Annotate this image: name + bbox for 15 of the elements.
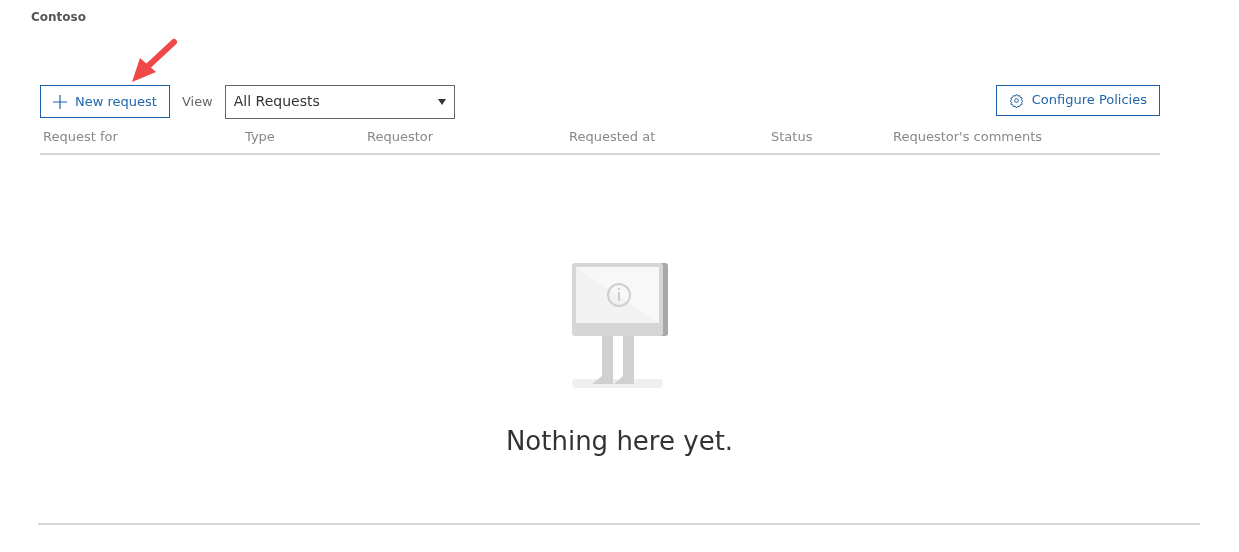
new-request-button[interactable]: New request bbox=[40, 85, 170, 118]
empty-state-message: Nothing here yet. bbox=[505, 425, 734, 458]
dropdown-caret-icon bbox=[437, 98, 446, 105]
column-header: Requested at bbox=[569, 129, 656, 144]
column-header: Status bbox=[771, 129, 813, 144]
view-select[interactable]: All Requests bbox=[224, 84, 455, 119]
configure-policies-button[interactable]: Configure Policies bbox=[995, 84, 1160, 116]
column-header: Type bbox=[245, 129, 275, 144]
column-header: Request for bbox=[43, 129, 118, 144]
gear-icon bbox=[1008, 92, 1024, 108]
column-header: Requestor bbox=[367, 129, 434, 144]
column-header: Requestor's comments bbox=[893, 129, 1043, 144]
view-label: View bbox=[181, 92, 213, 111]
brand-title: Contoso bbox=[31, 9, 86, 26]
plus-icon bbox=[53, 94, 67, 109]
